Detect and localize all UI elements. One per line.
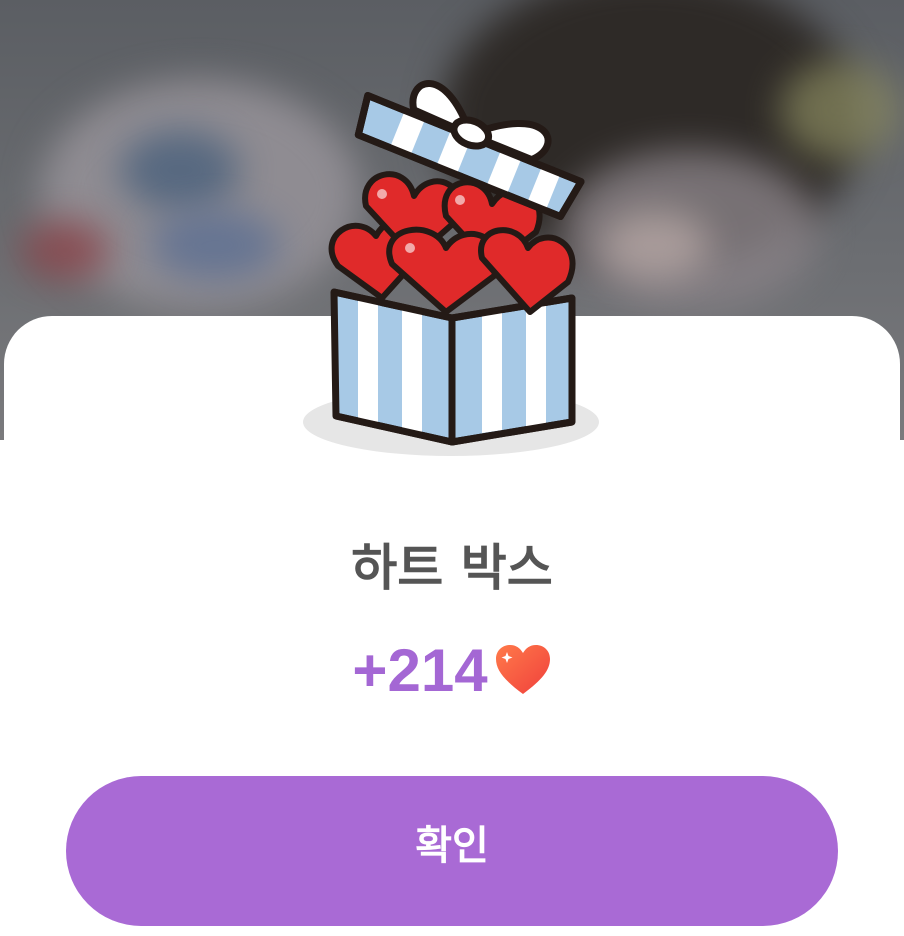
reward-amount-row: +214 [0,630,904,710]
gift-box-hearts-icon [303,80,599,456]
dialog-title: 하트 박스 [351,539,553,597]
reward-amount: +214 [352,636,488,704]
heart-icon [495,645,550,694]
